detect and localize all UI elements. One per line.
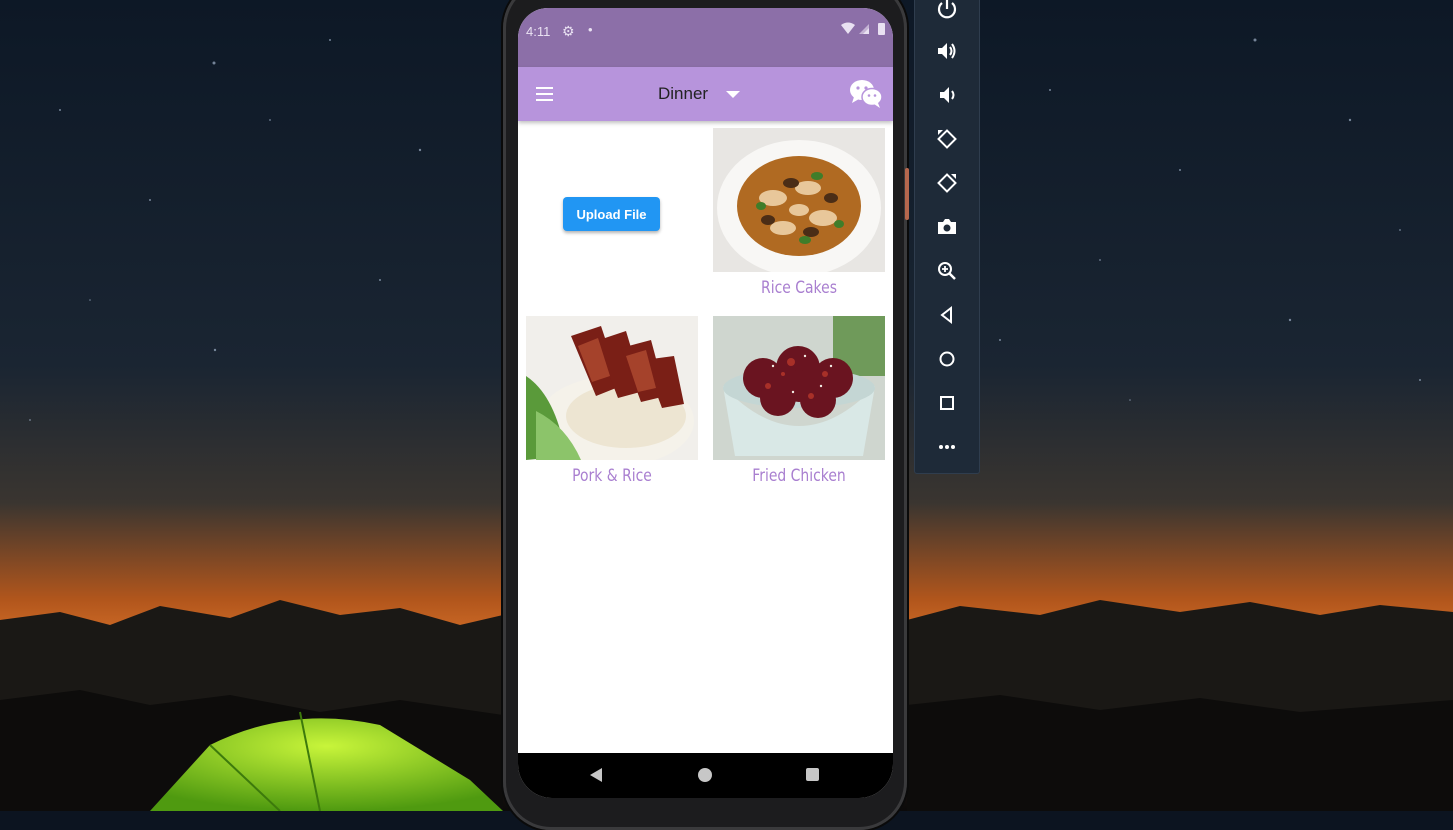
back-icon[interactable]: [935, 303, 959, 327]
camera-icon[interactable]: [935, 215, 959, 239]
rice-cakes-image: [713, 128, 885, 272]
dropdown-arrow-icon: [726, 90, 741, 98]
food-label: Pork & Rice: [572, 466, 652, 486]
notification-dot-icon: •: [588, 22, 593, 37]
food-card-rice-cakes[interactable]: Rice Cakes: [713, 128, 885, 298]
home-icon[interactable]: [935, 347, 959, 371]
android-nav-bar: [518, 753, 893, 798]
status-time: 4:11: [526, 24, 551, 39]
more-icon[interactable]: [935, 435, 959, 459]
power-icon[interactable]: [935, 0, 959, 21]
rotate-right-icon[interactable]: [935, 171, 959, 195]
upload-file-button[interactable]: Upload File: [563, 197, 660, 231]
home-icon[interactable]: [698, 768, 712, 782]
status-bar: 4:11 ⚙ •: [518, 8, 893, 67]
emulator-toolbar: [914, 0, 980, 474]
wechat-icon[interactable]: [849, 79, 883, 109]
meal-dropdown[interactable]: Dinner: [658, 81, 741, 107]
recents-icon[interactable]: [806, 768, 819, 781]
wifi-signal-battery-icon: [841, 22, 885, 35]
volume-down-icon[interactable]: [935, 83, 959, 107]
phone-side-button: [905, 168, 909, 220]
status-icons: [841, 22, 887, 39]
back-icon[interactable]: [590, 768, 602, 782]
food-card-fried-chicken[interactable]: Fried Chicken: [713, 316, 885, 486]
volume-up-icon[interactable]: [935, 39, 959, 63]
food-card-pork-rice[interactable]: Pork & Rice: [526, 316, 698, 486]
zoom-icon[interactable]: [935, 259, 959, 283]
food-label: Fried Chicken: [752, 466, 846, 486]
pork-rice-image: [526, 316, 698, 460]
app-bar: Dinner: [518, 67, 893, 121]
rotate-left-icon[interactable]: [935, 127, 959, 151]
settings-icon: ⚙: [562, 23, 575, 39]
hamburger-menu-icon[interactable]: [534, 83, 556, 105]
meal-dropdown-value: Dinner: [658, 84, 709, 103]
food-grid: Upload File Rice Cakes Pork & Rice Fried…: [518, 121, 893, 753]
fried-chicken-image: [713, 316, 885, 460]
food-label: Rice Cakes: [761, 278, 837, 298]
phone-screen: 4:11 ⚙ • Dinner Upload File Rice Cakes P…: [518, 8, 893, 798]
overview-icon[interactable]: [935, 391, 959, 415]
